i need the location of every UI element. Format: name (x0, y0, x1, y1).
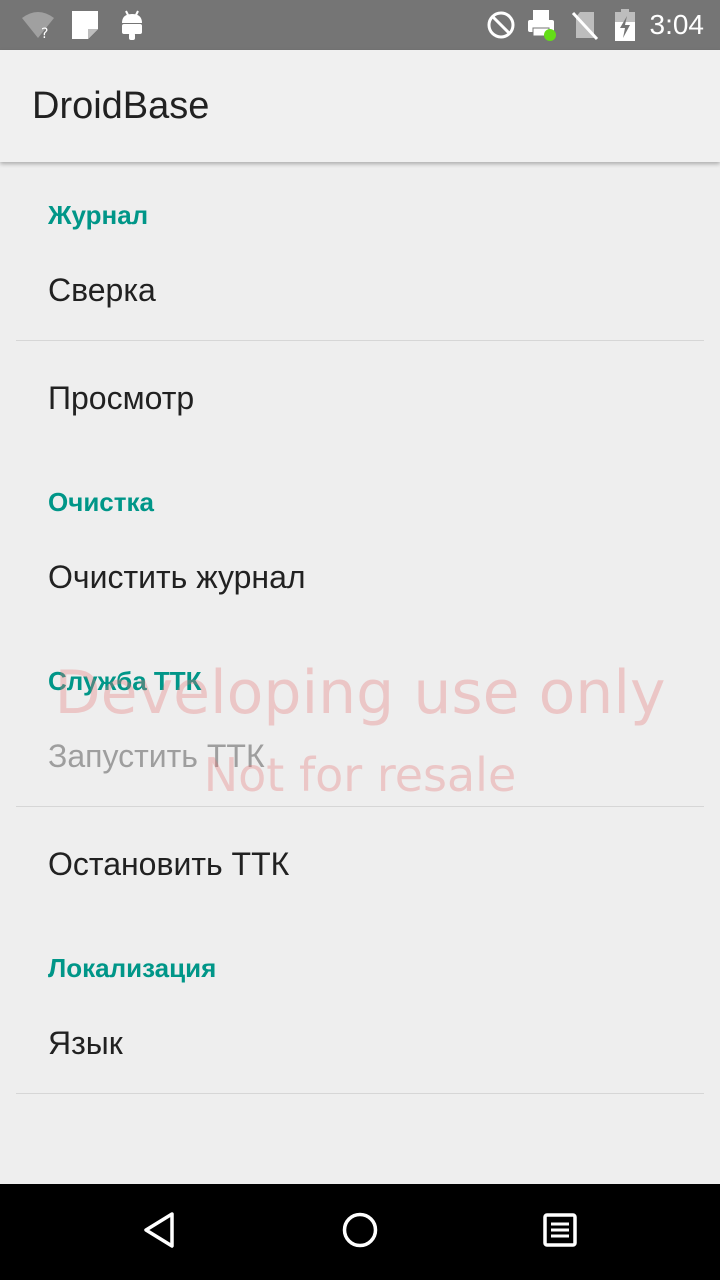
recents-button[interactable] (500, 1184, 620, 1280)
category-localization: Локализация (48, 953, 217, 983)
pref-language-title: Язык (48, 1025, 123, 1061)
back-button[interactable] (100, 1184, 220, 1280)
app-title: DroidBase (32, 85, 210, 127)
back-icon (140, 1210, 180, 1255)
pref-view[interactable]: Просмотр (0, 346, 720, 446)
pref-start-ttk: Запустить ТТК (0, 704, 720, 804)
home-icon (340, 1210, 380, 1255)
svg-text:?: ? (41, 26, 48, 40)
pref-clear-journal[interactable]: Очистить журнал (0, 525, 720, 625)
status-time: 3:04 (649, 9, 705, 40)
android-icon (116, 0, 148, 50)
home-button[interactable] (300, 1184, 420, 1280)
app-bar: DroidBase (0, 50, 720, 162)
no-sim-icon (568, 0, 602, 50)
pref-reconcile-title: Сверка (48, 272, 156, 308)
divider (16, 806, 704, 807)
navigation-bar (0, 1184, 720, 1280)
pref-clear-journal-title: Очистить журнал (48, 559, 306, 595)
category-journal: Журнал (48, 200, 149, 230)
do-not-disturb-icon (484, 0, 518, 50)
status-bar: ? 3:04 (0, 0, 720, 50)
pref-stop-ttk[interactable]: Остановить ТТК (0, 812, 720, 912)
pref-start-ttk-title: Запустить ТТК (48, 738, 265, 774)
pref-stop-ttk-title: Остановить ТТК (48, 846, 290, 882)
notification-icon (68, 0, 102, 50)
recents-icon (540, 1210, 580, 1255)
printer-icon (524, 0, 560, 50)
pref-reconcile[interactable]: Сверка (0, 238, 720, 338)
category-ttk-service: Служба ТТК (48, 666, 202, 696)
divider (16, 340, 704, 341)
category-cleanup: Очистка (48, 487, 154, 517)
pref-view-title: Просмотр (48, 380, 195, 416)
divider (16, 1093, 704, 1094)
wifi-unknown-icon: ? (18, 0, 58, 50)
pref-language[interactable]: Язык (0, 991, 720, 1091)
battery-charging-icon (610, 0, 640, 50)
